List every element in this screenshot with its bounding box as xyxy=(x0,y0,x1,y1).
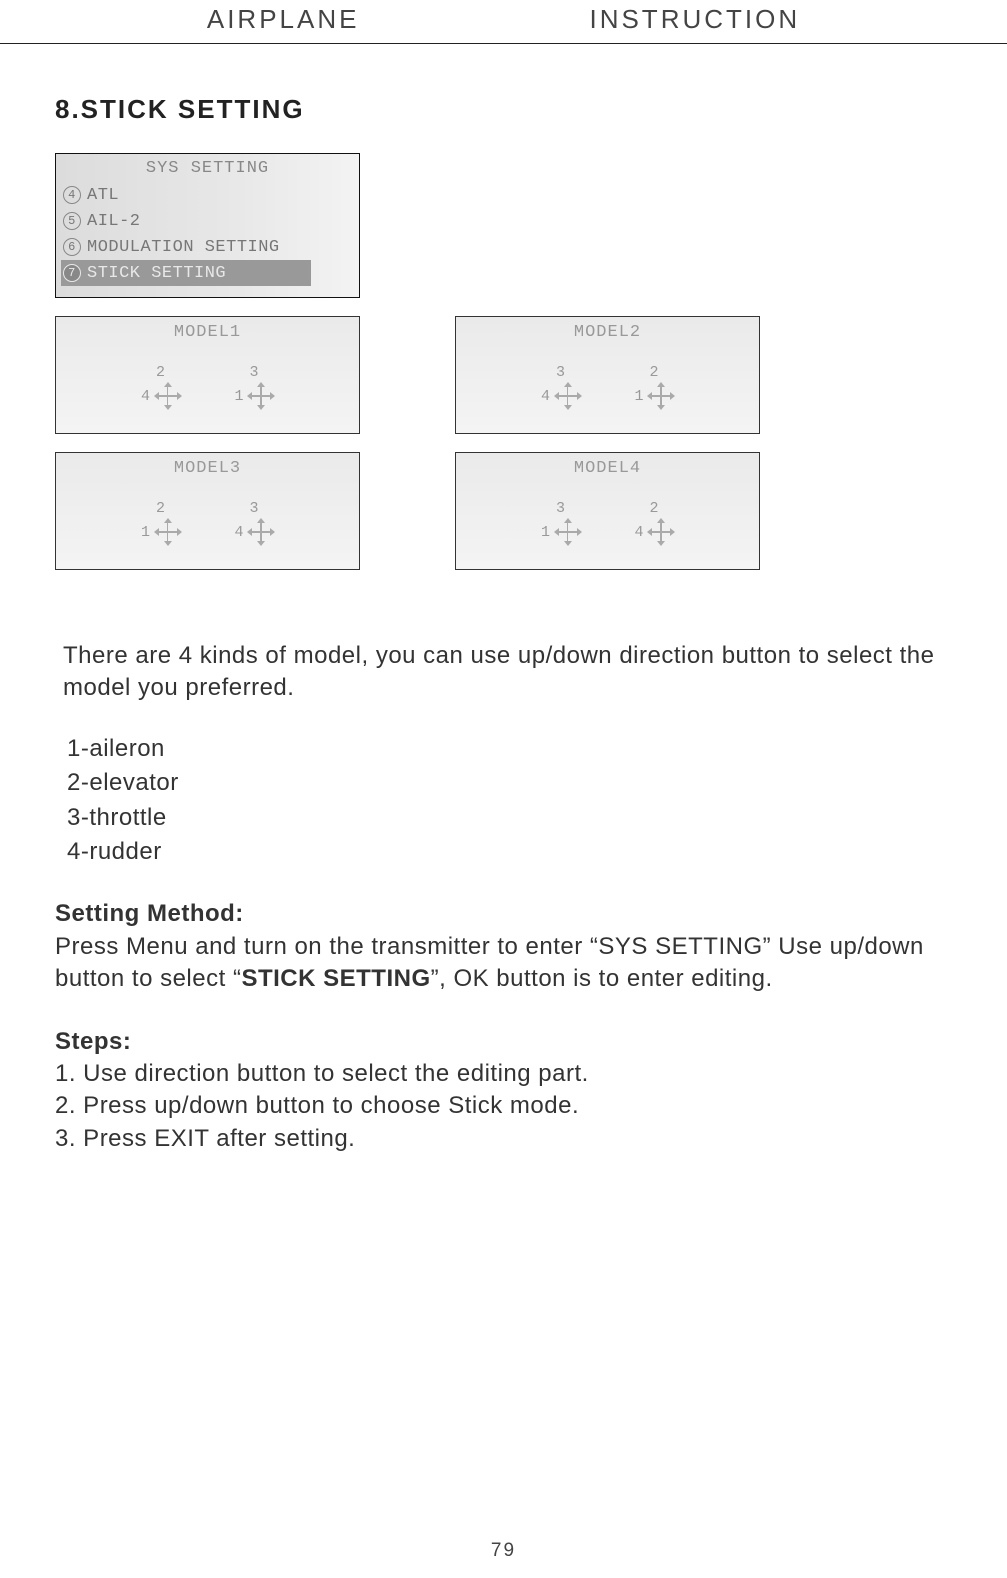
stick-side-num: 4 xyxy=(141,388,151,405)
model-panel-4: MODEL4 3 1 2 4 xyxy=(455,452,760,570)
sys-setting-lcd: SYS SETTING 4 ATL 5 AIL-2 6 MODULATION S… xyxy=(55,153,360,298)
sys-row-stick-setting: 7 STICK SETTING xyxy=(61,260,311,286)
cross-arrows-icon xyxy=(248,519,274,545)
stick-side-num: 4 xyxy=(635,524,645,541)
sys-row-num: 7 xyxy=(63,264,81,282)
model-panel-2: MODEL2 3 4 2 1 xyxy=(455,316,760,434)
model-body: 3 4 2 1 xyxy=(466,344,749,429)
stick-top-num: 3 xyxy=(250,500,260,517)
model-body: 2 1 3 4 xyxy=(66,480,349,565)
method-text-b: ”, OK button is to enter editing. xyxy=(431,965,773,992)
sys-row-ail2: 5 AIL-2 xyxy=(63,208,352,234)
stick-top-num: 2 xyxy=(650,500,660,517)
left-stick: 3 1 xyxy=(541,500,581,545)
step-item: 1. Use direction button to select the ed… xyxy=(55,1060,589,1087)
sys-row-num: 6 xyxy=(63,238,81,256)
right-stick: 2 4 xyxy=(635,500,675,545)
step-item: 2. Press up/down button to choose Stick … xyxy=(55,1092,579,1119)
stick-side-num: 1 xyxy=(541,524,551,541)
step-item: 3. Press EXIT after setting. xyxy=(55,1125,355,1152)
right-stick: 3 4 xyxy=(235,500,275,545)
cross-arrows-icon xyxy=(555,383,581,409)
stick-side-num: 1 xyxy=(635,388,645,405)
method-text-bold: STICK SETTING xyxy=(241,965,430,992)
model-title: MODEL4 xyxy=(466,459,749,478)
right-stick: 2 1 xyxy=(635,364,675,409)
stick-top-num: 2 xyxy=(650,364,660,381)
model-title: MODEL1 xyxy=(66,323,349,342)
stick-side-num: 4 xyxy=(235,524,245,541)
intro-text: There are 4 kinds of model, you can use … xyxy=(55,640,952,705)
stick-top-num: 2 xyxy=(156,364,166,381)
section-title: 8.STICK SETTING xyxy=(55,94,952,125)
stick-side-num: 1 xyxy=(235,388,245,405)
left-stick: 2 1 xyxy=(141,500,181,545)
legend-item: 1-aileron xyxy=(67,733,944,765)
sys-row-num: 5 xyxy=(63,212,81,230)
header-right: INSTRUCTION xyxy=(589,4,800,35)
cross-arrows-icon xyxy=(155,519,181,545)
sys-row-label: STICK SETTING xyxy=(87,264,226,283)
page-content: 8.STICK SETTING SYS SETTING 4 ATL 5 AIL-… xyxy=(0,44,1007,1155)
stick-top-num: 2 xyxy=(156,500,166,517)
model-title: MODEL2 xyxy=(466,323,749,342)
left-stick: 2 4 xyxy=(141,364,181,409)
left-stick: 3 4 xyxy=(541,364,581,409)
sys-setting-title: SYS SETTING xyxy=(63,159,352,178)
legend: 1-aileron 2-elevator 3-throttle 4-rudder xyxy=(55,733,952,869)
setting-method: Setting Method: Press Menu and turn on t… xyxy=(55,898,952,1155)
legend-item: 4-rudder xyxy=(67,836,944,868)
sys-row-modulation: 6 MODULATION SETTING xyxy=(63,234,352,260)
model-panels: MODEL1 2 4 3 1 xyxy=(55,316,952,570)
sys-row-label: MODULATION SETTING xyxy=(87,238,280,257)
model-body: 2 4 3 1 xyxy=(66,344,349,429)
model-title: MODEL3 xyxy=(66,459,349,478)
stick-top-num: 3 xyxy=(556,500,566,517)
header-left: AIRPLANE xyxy=(207,4,360,35)
stick-side-num: 1 xyxy=(141,524,151,541)
legend-item: 2-elevator xyxy=(67,767,944,799)
sys-row-atl: 4 ATL xyxy=(63,182,352,208)
cross-arrows-icon xyxy=(648,383,674,409)
steps-label: Steps: xyxy=(55,1028,131,1055)
page-header: AIRPLANE INSTRUCTION xyxy=(0,4,1007,44)
cross-arrows-icon xyxy=(155,383,181,409)
sys-row-label: AIL-2 xyxy=(87,212,141,231)
sys-row-num: 4 xyxy=(63,186,81,204)
right-stick: 3 1 xyxy=(235,364,275,409)
stick-side-num: 4 xyxy=(541,388,551,405)
model-panel-3: MODEL3 2 1 3 4 xyxy=(55,452,360,570)
stick-top-num: 3 xyxy=(556,364,566,381)
legend-item: 3-throttle xyxy=(67,802,944,834)
stick-top-num: 3 xyxy=(250,364,260,381)
cross-arrows-icon xyxy=(648,519,674,545)
page-number: 79 xyxy=(0,1540,1007,1562)
model-body: 3 1 2 4 xyxy=(466,480,749,565)
setting-method-label: Setting Method: xyxy=(55,900,244,927)
sys-row-label: ATL xyxy=(87,186,119,205)
cross-arrows-icon xyxy=(555,519,581,545)
cross-arrows-icon xyxy=(248,383,274,409)
model-panel-1: MODEL1 2 4 3 1 xyxy=(55,316,360,434)
